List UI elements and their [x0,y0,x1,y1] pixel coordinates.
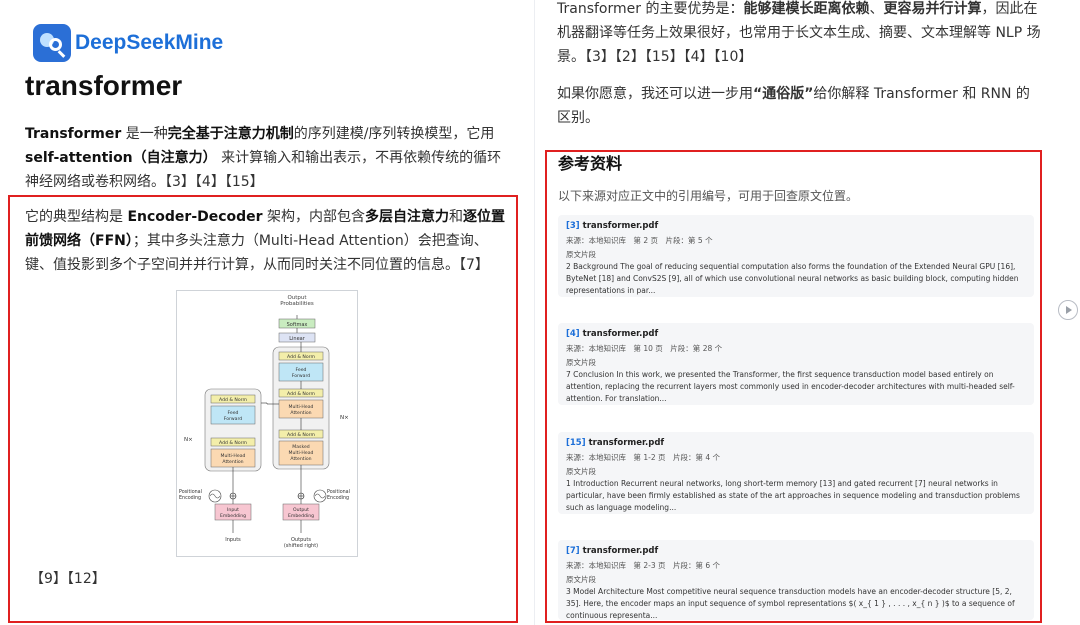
play-circle-icon[interactable] [1058,300,1078,320]
snippet-label: 原文片段 [566,575,596,584]
reference-snippet: 3 Model Architecture Most competitive ne… [566,587,1015,620]
column-divider [534,0,535,625]
brand-logo[interactable]: DeepSeekMine [33,24,223,62]
reference-meta: 来源：本地知识库 第 2-3 页 片段：第 6 个 [566,561,721,570]
references-subtitle: 以下来源对应正文中的引用编号，可用于回查原文位置。 [558,189,859,203]
snippet-label: 原文片段 [566,358,596,367]
brand-name: DeepSeekMine [75,31,224,54]
reference-card[interactable]: [15] transformer.pdf 来源：本地知识库 第 1-2 页 片段… [558,432,1034,514]
reference-number[interactable]: [3] [566,221,580,231]
reference-meta: 来源：本地知识库 第 2 页 片段：第 5 个 [566,236,713,245]
page-title: transformer [25,70,183,101]
reference-file[interactable]: transformer.pdf [589,438,665,448]
reference-card[interactable]: [3] transformer.pdf 来源：本地知识库 第 2 页 片段：第 … [558,215,1034,297]
reference-number[interactable]: [7] [566,546,580,556]
intro-paragraph: Transformer 是一种完全基于注意力机制的序列建模/序列转换模型，它用 … [25,126,502,190]
followup-paragraph: 如果你愿意，我还可以进一步用“通俗版”给你解释 Transformer 和 RN… [557,86,1030,126]
reference-card[interactable]: [7] transformer.pdf 来源：本地知识库 第 2-3 页 片段：… [558,540,1034,620]
snippet-label: 原文片段 [566,250,596,259]
reference-number[interactable]: [15] [566,438,586,448]
snippet-label: 原文片段 [566,467,596,476]
reference-file[interactable]: transformer.pdf [583,221,659,231]
advantages-paragraph: Transformer 的主要优势是：能够建模长距离依赖、更容易并行计算，因此在… [557,1,1041,65]
reference-meta: 来源：本地知识库 第 10 页 片段：第 28 个 [566,344,723,353]
reference-file[interactable]: transformer.pdf [583,329,659,339]
reference-file[interactable]: transformer.pdf [583,546,659,556]
references-title: 参考资料 [558,154,623,173]
brain-search-icon [33,24,71,62]
reference-card[interactable]: [4] transformer.pdf 来源：本地知识库 第 10 页 片段：第… [558,323,1034,405]
reference-snippet: 7 Conclusion In this work, we presented … [566,370,1015,403]
reference-snippet: 2 Background The goal of reducing sequen… [566,262,1019,295]
highlight-box-left [8,195,518,623]
reference-snippet: 1 Introduction Recurrent neural networks… [566,479,1020,512]
reference-meta: 来源：本地知识库 第 1-2 页 片段：第 4 个 [566,453,721,462]
reference-number[interactable]: [4] [566,329,580,339]
